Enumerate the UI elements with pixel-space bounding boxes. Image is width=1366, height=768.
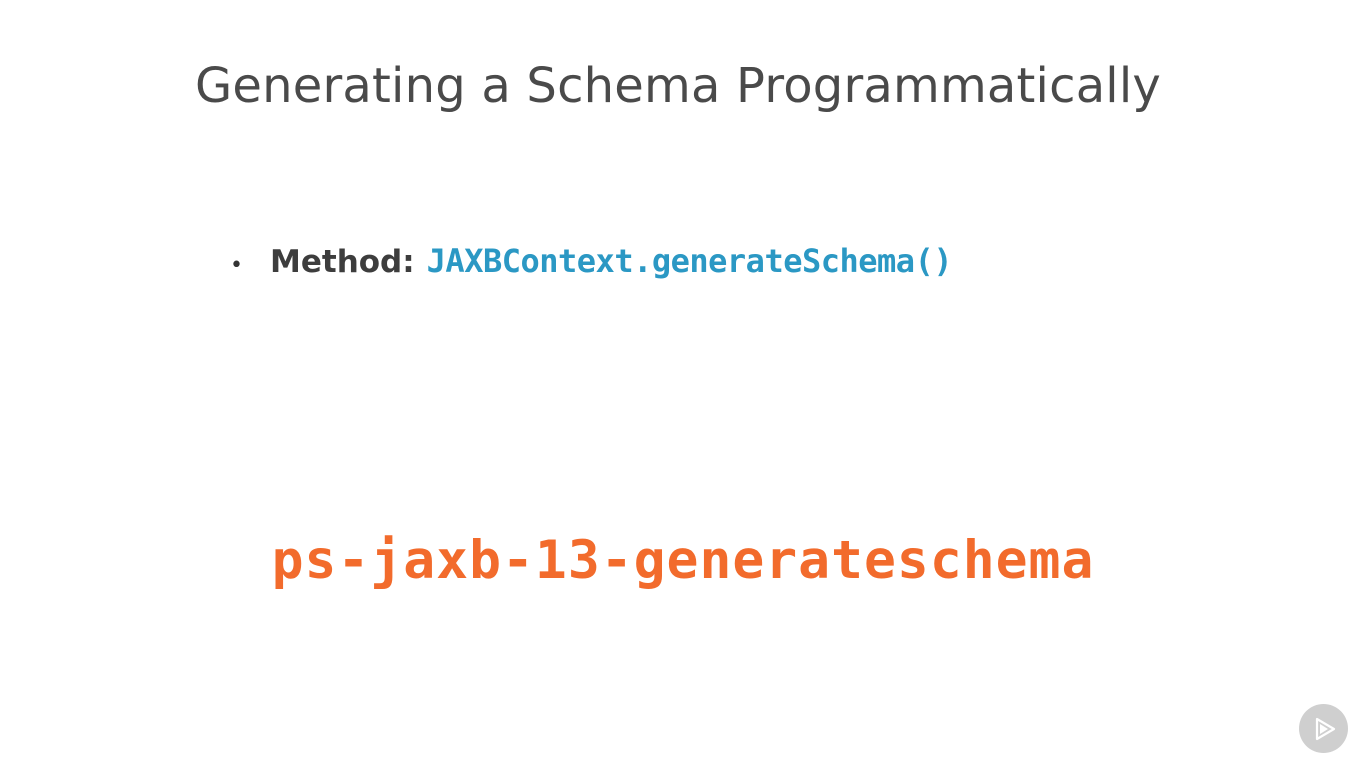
slide: Generating a Schema Programmatically • M… bbox=[0, 0, 1366, 768]
play-button[interactable] bbox=[1299, 704, 1348, 753]
project-name: ps-jaxb-13-generateschema bbox=[271, 530, 1095, 591]
play-logo-icon bbox=[1315, 717, 1335, 740]
bullet-dot-icon: • bbox=[230, 253, 243, 278]
bullet-item-method: • Method: JAXBContext.generateSchema() bbox=[230, 242, 953, 280]
bullet-code: JAXBContext.generateSchema() bbox=[426, 242, 953, 280]
slide-title: Generating a Schema Programmatically bbox=[195, 58, 1161, 114]
bullet-label: Method: bbox=[270, 244, 415, 280]
bullet-list: • Method: JAXBContext.generateSchema() bbox=[230, 242, 953, 280]
